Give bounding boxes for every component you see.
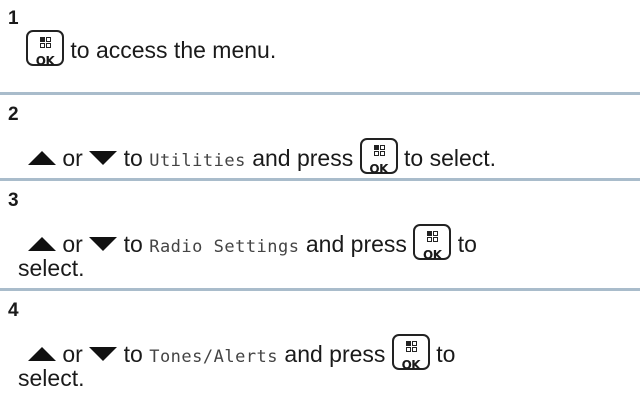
menu-item-name: Tones/Alerts [149,347,279,367]
up-arrow-icon [28,151,56,165]
divider [0,288,640,291]
instruction-text: to access the menu. [70,37,277,63]
step-instruction: or to Utilities and press OK to select. [28,138,496,176]
down-arrow-icon [89,151,118,165]
step-instruction-continued: select. [18,365,85,391]
step-instruction: OK to access the menu. [26,30,277,68]
menu-item-name: Utilities [149,151,246,171]
menu-ok-key-icon: OK [391,334,430,372]
menu-ok-key-icon: OK [359,138,398,176]
step-instruction: or to Radio Settings and press OK to [28,224,477,262]
up-arrow-icon [28,237,56,251]
step-number: 1 [8,8,19,29]
step-number: 3 [8,190,19,211]
step-number: 4 [8,300,19,321]
down-arrow-icon [89,237,118,251]
up-arrow-icon [28,347,56,361]
down-arrow-icon [89,347,118,361]
divider [0,178,640,181]
divider [0,92,640,95]
menu-ok-key-icon: OK [26,30,64,68]
step-instruction: or to Tones/Alerts and press OK to [28,334,455,372]
step-instruction-continued: select. [18,255,85,281]
menu-ok-key-icon: OK [413,224,452,262]
menu-item-name: Radio Settings [149,237,300,257]
step-number: 2 [8,104,19,125]
